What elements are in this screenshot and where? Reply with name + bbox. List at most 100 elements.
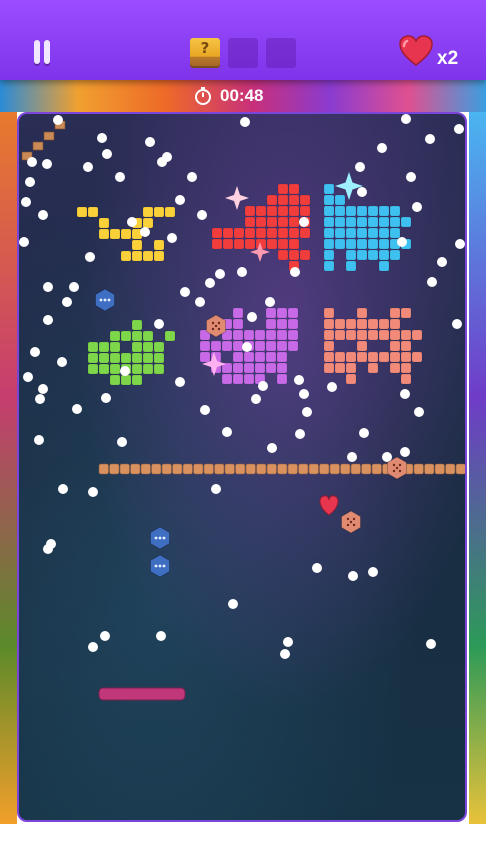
brick-red [222, 227, 234, 239]
brick-red [266, 238, 278, 250]
brick-red [288, 249, 300, 261]
brick-red [288, 194, 300, 206]
brick-red [266, 194, 278, 206]
barrier-brick [151, 463, 162, 475]
brick-green [153, 352, 165, 364]
brick-yellow [87, 206, 99, 218]
playfield[interactable] [17, 112, 467, 822]
brick-salmon [323, 329, 335, 341]
ball [267, 443, 277, 453]
brick-purple [243, 329, 255, 341]
game-canvas[interactable] [19, 114, 467, 822]
brick-red [277, 194, 289, 206]
brick-salmon [389, 307, 401, 319]
pause-button[interactable] [30, 38, 54, 66]
brick-green [120, 330, 132, 342]
brick-green [109, 352, 121, 364]
ball [42, 159, 52, 169]
brick-red [288, 205, 300, 217]
powerup-slot-2[interactable] [228, 38, 258, 68]
barrier-brick [161, 463, 172, 475]
ball [58, 484, 68, 494]
ball [46, 539, 56, 549]
brick-blue [389, 227, 401, 239]
brick-blue [389, 249, 401, 261]
brick-yellow [131, 239, 143, 251]
ball [237, 267, 247, 277]
brick-purple [221, 373, 233, 385]
ball [400, 389, 410, 399]
hex-dot [103, 298, 107, 302]
ball [295, 429, 305, 439]
paddle[interactable] [98, 687, 186, 701]
dice-dot [217, 327, 221, 331]
brick-purple [265, 307, 277, 319]
brick-barrier [43, 131, 55, 141]
brick-purple [232, 329, 244, 341]
dice-dot [346, 523, 350, 527]
brick-green [131, 363, 143, 375]
background-right [469, 112, 486, 824]
brick-salmon [378, 329, 390, 341]
brick-green [131, 374, 143, 386]
brick-blue [334, 216, 346, 228]
brick-purple [276, 351, 288, 363]
brick-yellow [76, 206, 88, 218]
brick-purple [232, 318, 244, 330]
ball [101, 393, 111, 403]
ball [294, 375, 304, 385]
dice-dot [211, 321, 215, 325]
brick-green [131, 319, 143, 331]
brick-blue [378, 238, 390, 250]
brick-salmon [400, 351, 412, 363]
brick-red [244, 205, 256, 217]
bottom-area [0, 824, 486, 864]
ball [156, 631, 166, 641]
ball [347, 452, 357, 462]
brick-salmon [367, 318, 379, 330]
pause-icon-bar-right [44, 40, 50, 64]
ball [88, 642, 98, 652]
brick-red [277, 227, 289, 239]
brick-green [142, 341, 154, 353]
brick-blue [367, 216, 379, 228]
brick-purple [254, 351, 266, 363]
brick-salmon [345, 373, 357, 385]
ball [401, 114, 411, 124]
brick-salmon [356, 307, 368, 319]
brick-salmon [356, 340, 368, 352]
barrier-brick [445, 463, 456, 475]
dice-dot [349, 520, 353, 524]
brick-yellow [120, 250, 132, 262]
ball [299, 389, 309, 399]
brick-purple [210, 340, 222, 352]
ball [200, 405, 210, 415]
barrier-brick [350, 463, 361, 475]
brick-purple [276, 373, 288, 385]
brick-blue [400, 216, 412, 228]
ball [368, 567, 378, 577]
ball [265, 297, 275, 307]
brick-red [233, 227, 245, 239]
ball [302, 407, 312, 417]
powerup-slot-1[interactable]: ? [190, 38, 220, 68]
powerup-slot-3[interactable] [266, 38, 296, 68]
dice-dot [392, 463, 396, 467]
ball [69, 282, 79, 292]
brick-salmon [334, 362, 346, 374]
ball [251, 394, 261, 404]
brick-salmon [389, 362, 401, 374]
brick-salmon [378, 318, 390, 330]
ball [400, 447, 410, 457]
ball [280, 649, 290, 659]
barrier-brick [119, 463, 130, 475]
ball [357, 187, 367, 197]
brick-blue [378, 205, 390, 217]
heart-icon[interactable] [319, 495, 339, 516]
ball [117, 437, 127, 447]
ball [23, 372, 33, 382]
hex-dot [107, 298, 111, 302]
brick-red [244, 216, 256, 228]
ball [97, 133, 107, 143]
dice-dot [352, 517, 356, 521]
